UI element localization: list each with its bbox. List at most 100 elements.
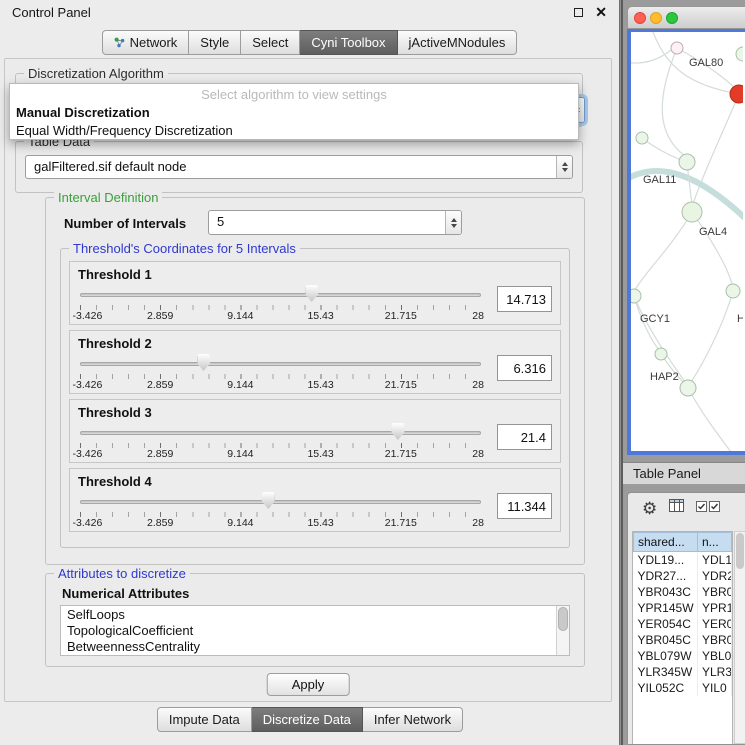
network-node[interactable] <box>730 85 743 103</box>
tick-label: 9.144 <box>227 310 253 322</box>
attribute-list-item[interactable]: TopologicalCoefficient <box>61 623 569 639</box>
table-row[interactable]: YLR345WYLR3 <box>634 664 732 680</box>
table-cell[interactable]: YER054C <box>634 616 698 632</box>
table-row[interactable]: YBR043CYBR0 <box>634 584 732 600</box>
network-edge <box>677 48 737 90</box>
group-title: Attributes to discretize <box>54 566 190 581</box>
tab-network[interactable]: Network <box>102 30 190 55</box>
attributes-group: Attributes to discretize Numerical Attri… <box>45 573 585 667</box>
table-row[interactable]: YDL19...YDL1 <box>634 552 732 569</box>
threshold-value-field[interactable]: 21.4 <box>497 424 552 450</box>
slider-track[interactable] <box>80 500 481 504</box>
table-cell[interactable]: YDR2 <box>698 568 732 584</box>
threshold-value-field[interactable]: 14.713 <box>497 286 552 312</box>
attributes-scrollbar-thumb[interactable] <box>558 607 568 631</box>
tab-impute-data[interactable]: Impute Data <box>157 707 252 732</box>
table-scrollbar-thumb[interactable] <box>736 533 744 569</box>
dropdown-option-equal-width-frequency[interactable]: Equal Width/Frequency Discretization <box>10 122 578 140</box>
table-cell[interactable]: YIL0 <box>698 680 732 696</box>
slider-thumb[interactable] <box>197 354 210 371</box>
slider-thumb[interactable] <box>262 492 275 509</box>
table-column-header[interactable]: shared... <box>634 533 698 552</box>
checkbox-icon[interactable] <box>709 499 720 517</box>
tab-cyni-toolbox[interactable]: Cyni Toolbox <box>300 30 397 55</box>
table-cell[interactable]: YBR043C <box>634 584 698 600</box>
attribute-list-item[interactable]: SelfLoops <box>61 607 569 623</box>
attributes-scrollbar[interactable] <box>556 606 569 655</box>
threshold-value-field[interactable]: 6.316 <box>497 355 552 381</box>
attribute-list-item[interactable]: BetweennessCentrality <box>61 639 569 655</box>
network-node-label: GAL80 <box>689 57 723 69</box>
table-cell[interactable]: YER0 <box>698 616 732 632</box>
table-panel-header[interactable]: Table Panel <box>623 462 745 485</box>
table-cell[interactable]: YBR045C <box>634 632 698 648</box>
table-cell[interactable]: YPR145W <box>634 600 698 616</box>
network-node[interactable] <box>655 348 667 360</box>
table-cell[interactable]: YDL1 <box>698 552 732 569</box>
network-node[interactable] <box>679 154 695 170</box>
tab-discretize-data[interactable]: Discretize Data <box>252 707 363 732</box>
checkbox-icon[interactable] <box>696 499 707 517</box>
table-cell[interactable]: YLR345W <box>634 664 698 680</box>
slider-tick-labels: -3.4262.8599.14415.4321.71528 <box>80 379 481 390</box>
float-window-icon[interactable] <box>574 8 583 17</box>
table-row[interactable]: YER054CYER0 <box>634 616 732 632</box>
table-column-header[interactable]: n... <box>698 533 732 552</box>
gear-icon[interactable]: ⚙ <box>642 500 657 517</box>
threshold-slider: -3.4262.8599.14415.4321.71528 <box>78 491 483 529</box>
network-node[interactable] <box>680 380 696 396</box>
table-cell[interactable]: YBL0 <box>698 648 732 664</box>
columns-icon[interactable] <box>669 499 684 517</box>
network-node[interactable] <box>636 132 648 144</box>
table-row[interactable]: YBR045CYBR0 <box>634 632 732 648</box>
tab-select[interactable]: Select <box>241 30 300 55</box>
slider-track[interactable] <box>80 362 481 366</box>
table-cell[interactable]: YBL079W <box>634 648 698 664</box>
tick-label: -3.426 <box>73 379 103 391</box>
slider-tick-labels: -3.4262.8599.14415.4321.71528 <box>80 448 481 459</box>
table-cell[interactable]: YIL052C <box>634 680 698 696</box>
network-node[interactable] <box>682 202 702 222</box>
tab-label: Select <box>252 35 288 50</box>
slider-track[interactable] <box>80 293 481 297</box>
table-cell[interactable]: YDL19... <box>634 552 698 569</box>
close-icon[interactable]: ✕ <box>595 5 607 19</box>
slider-track[interactable] <box>80 431 481 435</box>
table-cell[interactable]: YLR3 <box>698 664 732 680</box>
dropdown-option-manual-discretization[interactable]: Manual Discretization <box>10 104 578 122</box>
network-edge <box>691 291 733 382</box>
thresholds-group: Threshold's Coordinates for 5 Intervals … <box>60 248 570 548</box>
table-row[interactable]: YIL052CYIL0 <box>634 680 732 696</box>
number-of-intervals-select[interactable]: 5 <box>208 210 462 235</box>
table-cell[interactable]: YBR0 <box>698 584 732 600</box>
apply-button[interactable]: Apply <box>267 673 350 696</box>
tab-jactivemnodules[interactable]: jActiveMNodules <box>398 30 518 55</box>
close-traffic-light-icon[interactable] <box>634 12 646 24</box>
table-data-select[interactable]: galFiltered.sif default node <box>25 155 573 179</box>
network-node[interactable] <box>726 284 740 298</box>
slider-thumb[interactable] <box>305 285 318 302</box>
table-cell[interactable]: YBR0 <box>698 632 732 648</box>
tick-label: -3.426 <box>73 517 103 529</box>
slider-thumb[interactable] <box>391 423 404 440</box>
network-edge <box>688 388 731 451</box>
tab-label: Style <box>200 35 229 50</box>
numerical-attributes-list[interactable]: SelfLoopsTopologicalCoefficientBetweenne… <box>60 605 570 656</box>
network-node[interactable] <box>671 42 683 54</box>
tick-label: 2.859 <box>147 448 173 460</box>
tab-style[interactable]: Style <box>189 30 241 55</box>
table-row[interactable]: YPR145WYPR1 <box>634 600 732 616</box>
table-scrollbar[interactable] <box>734 531 745 744</box>
network-node[interactable] <box>736 47 743 61</box>
table-cell[interactable]: YPR1 <box>698 600 732 616</box>
threshold-value-field[interactable]: 11.344 <box>497 493 552 519</box>
network-node[interactable] <box>631 289 641 303</box>
zoom-traffic-light-icon[interactable] <box>666 12 678 24</box>
table-row[interactable]: YDR27...YDR2 <box>634 568 732 584</box>
tick-label: -3.426 <box>73 448 103 460</box>
table-row[interactable]: YBL079WYBL0 <box>634 648 732 664</box>
table-cell[interactable]: YDR27... <box>634 568 698 584</box>
minimize-traffic-light-icon[interactable] <box>650 12 662 24</box>
tab-infer-network[interactable]: Infer Network <box>363 707 463 732</box>
network-canvas[interactable]: GAL80GAL11GAL4GCY1HAP2H <box>627 29 745 455</box>
